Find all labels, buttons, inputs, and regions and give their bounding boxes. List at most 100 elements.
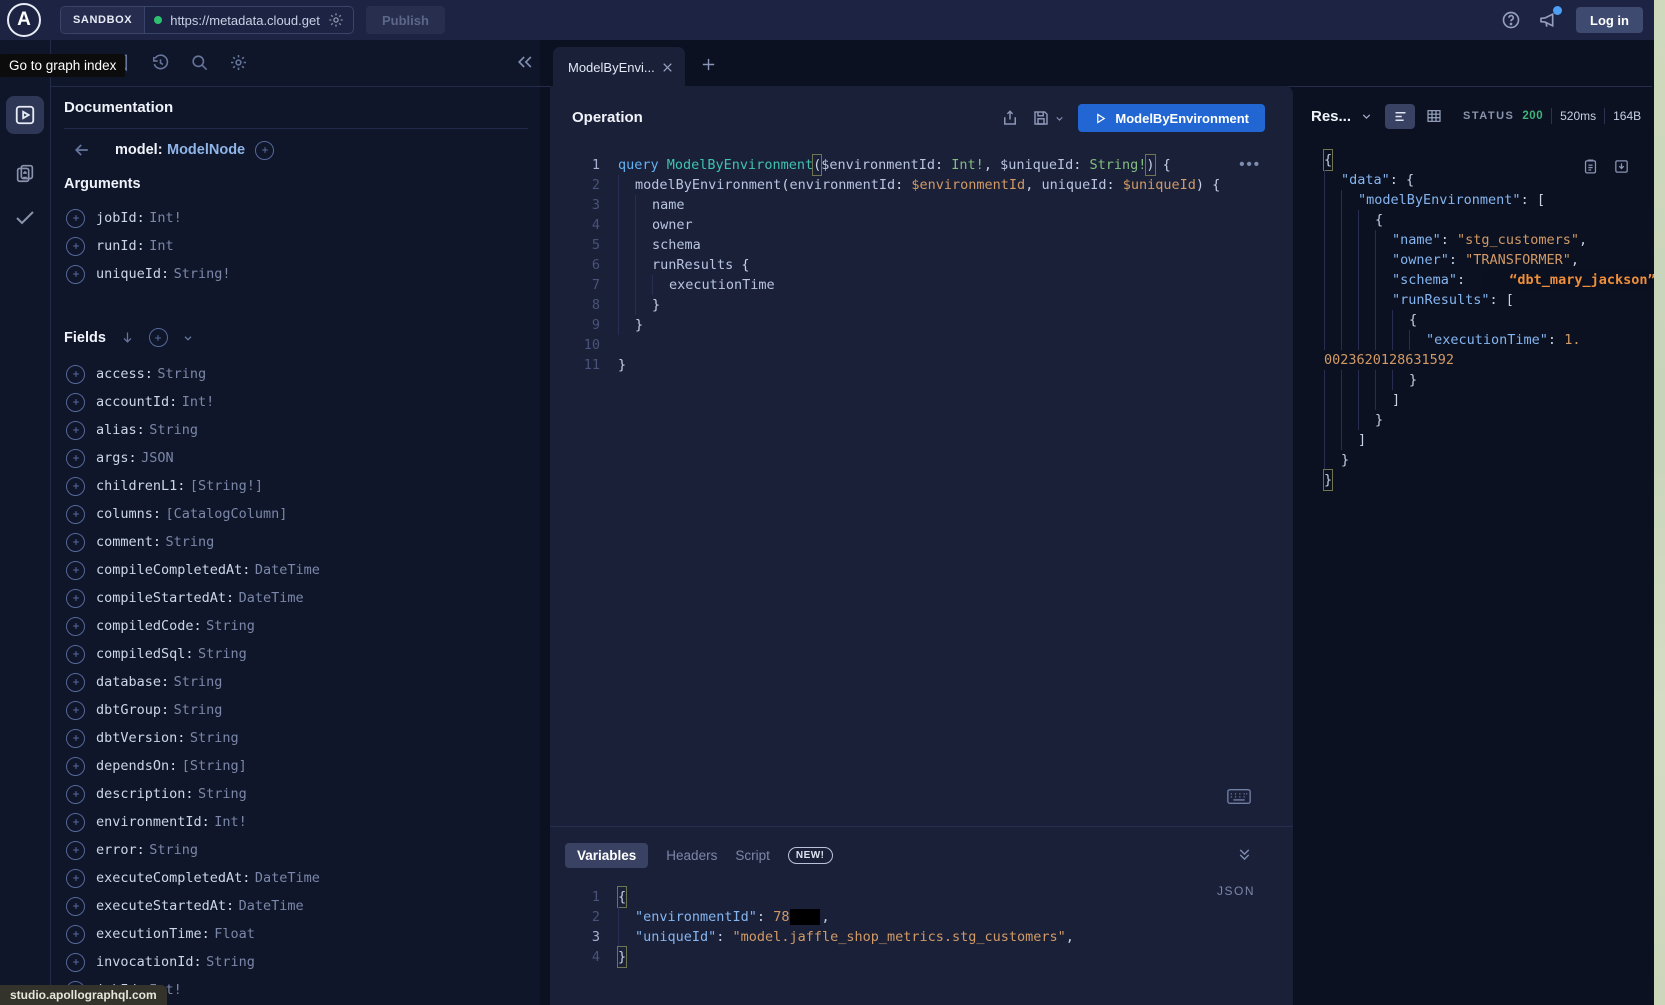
add-field-button[interactable] xyxy=(66,701,85,720)
add-field-button[interactable] xyxy=(66,869,85,888)
add-field-button[interactable] xyxy=(66,925,85,944)
field-name-type[interactable]: error: String xyxy=(96,841,198,859)
endpoint-url-input[interactable]: https://metadata.cloud.get xyxy=(170,13,320,28)
field-name-type[interactable]: database: String xyxy=(96,673,222,691)
response-dropdown-chevron-icon[interactable] xyxy=(1360,110,1373,123)
response-title[interactable]: Res... xyxy=(1311,108,1351,125)
endpoint-settings-gear-icon[interactable] xyxy=(328,12,344,28)
run-operation-button[interactable]: ModelByEnvironment xyxy=(1078,104,1265,132)
new-tab-button[interactable] xyxy=(700,56,717,73)
field-name-type[interactable]: access: String xyxy=(96,365,206,383)
add-field-button[interactable] xyxy=(66,645,85,664)
tree-view-button[interactable] xyxy=(1385,104,1415,129)
editor-options-ellipsis[interactable]: ••• xyxy=(1239,156,1261,173)
field-name-type[interactable]: comment: String xyxy=(96,533,214,551)
field-name-type[interactable]: invocationId: String xyxy=(96,953,255,971)
field-name-type[interactable]: jobId: Int! xyxy=(96,209,182,227)
collapse-sidebar-icon[interactable] xyxy=(515,52,535,72)
field-name-type[interactable]: dependsOn: [String] xyxy=(96,757,247,775)
field-name-type[interactable]: runId: Int xyxy=(96,237,174,255)
add-field-button[interactable] xyxy=(66,393,85,412)
field-name-type[interactable]: executeStartedAt: DateTime xyxy=(96,897,304,915)
add-field-button[interactable] xyxy=(66,953,85,972)
add-field-button[interactable] xyxy=(66,365,85,384)
line-number: 10 xyxy=(554,335,618,355)
add-field-button[interactable] xyxy=(66,813,85,832)
field-name-type[interactable]: executionTime: Float xyxy=(96,925,255,943)
operation-tab[interactable]: ModelByEnvi... xyxy=(553,47,685,87)
tab-variables[interactable]: Variables xyxy=(565,843,648,868)
settings-gear-icon[interactable] xyxy=(229,53,248,72)
back-arrow-icon[interactable] xyxy=(72,140,92,160)
field-name-type[interactable]: columns: [CatalogColumn] xyxy=(96,505,287,523)
apollo-logo[interactable]: A xyxy=(7,3,41,37)
add-field-button[interactable] xyxy=(66,533,85,552)
add-field-button[interactable] xyxy=(66,841,85,860)
code-line: 9} xyxy=(554,315,1220,335)
field-name-type[interactable]: uniqueId: String! xyxy=(96,265,231,283)
login-button[interactable]: Log in xyxy=(1576,7,1643,33)
history-icon[interactable] xyxy=(151,53,170,72)
code-line: "runResults": [ xyxy=(1324,290,1665,310)
checks-nav-button[interactable] xyxy=(6,198,44,236)
share-icon[interactable] xyxy=(1001,109,1019,127)
field-name-type[interactable]: args: JSON xyxy=(96,449,174,467)
add-field-button[interactable] xyxy=(66,729,85,748)
field-name-type[interactable]: childrenL1: [String!] xyxy=(96,477,263,495)
indent-guide xyxy=(1324,390,1341,410)
response-json[interactable]: {"data": {"modelByEnvironment": [{"name"… xyxy=(1324,150,1665,490)
code-token: ) xyxy=(1196,175,1204,195)
add-field-button[interactable] xyxy=(66,785,85,804)
field-name-type[interactable]: compileStartedAt: DateTime xyxy=(96,589,304,607)
add-field-button[interactable] xyxy=(66,237,85,256)
variables-editor[interactable]: 1{2"environmentId": 78,3"uniqueId": "mod… xyxy=(554,887,1074,967)
field-name-type[interactable]: dbtGroup: String xyxy=(96,701,222,719)
table-icon xyxy=(1426,108,1442,124)
collapse-panel-chevrons-icon[interactable] xyxy=(1236,846,1253,863)
add-field-button[interactable] xyxy=(66,265,85,284)
add-field-button[interactable] xyxy=(66,561,85,580)
sandbox-badge[interactable]: SANDBOX xyxy=(61,7,145,33)
add-field-button[interactable] xyxy=(66,673,85,692)
field-name-type[interactable]: compiledCode: String xyxy=(96,617,255,635)
line-number: 7 xyxy=(554,275,618,295)
add-field-button[interactable] xyxy=(66,505,85,524)
field-name-type[interactable]: alias: String xyxy=(96,421,198,439)
add-all-fields-button[interactable] xyxy=(149,328,168,347)
keyboard-shortcuts-icon[interactable] xyxy=(1227,788,1251,805)
add-type-button[interactable] xyxy=(255,141,274,160)
announcements-megaphone-icon[interactable] xyxy=(1538,10,1559,30)
fields-options-chevron-icon[interactable] xyxy=(182,332,194,344)
field-name-type[interactable]: environmentId: Int! xyxy=(96,813,247,831)
schema-diff-nav-button[interactable] xyxy=(6,154,44,192)
add-field-button[interactable] xyxy=(66,757,85,776)
indent-guide xyxy=(618,275,635,295)
add-field-button[interactable] xyxy=(66,477,85,496)
add-field-button[interactable] xyxy=(66,209,85,228)
type-name[interactable]: ModelNode xyxy=(167,142,245,158)
close-tab-icon[interactable] xyxy=(661,61,685,74)
field-row: dbtVersion: String xyxy=(51,724,540,752)
add-field-button[interactable] xyxy=(66,617,85,636)
field-name-type[interactable]: compileCompletedAt: DateTime xyxy=(96,561,320,579)
help-icon[interactable] xyxy=(1501,10,1521,30)
field-name-type[interactable]: executeCompletedAt: DateTime xyxy=(96,869,320,887)
search-icon[interactable] xyxy=(190,53,209,72)
publish-button[interactable]: Publish xyxy=(366,6,445,34)
sort-down-icon[interactable] xyxy=(120,330,135,345)
indent-guide xyxy=(618,927,635,947)
tab-script[interactable]: Script xyxy=(735,848,770,863)
field-name-type[interactable]: description: String xyxy=(96,785,247,803)
add-field-button[interactable] xyxy=(66,421,85,440)
add-field-button[interactable] xyxy=(66,897,85,916)
field-name-type[interactable]: dbtVersion: String xyxy=(96,729,239,747)
explorer-nav-button[interactable] xyxy=(6,96,44,134)
tab-headers[interactable]: Headers xyxy=(666,848,717,863)
table-view-button[interactable] xyxy=(1419,104,1449,129)
field-name-type[interactable]: compiledSql: String xyxy=(96,645,247,663)
add-field-button[interactable] xyxy=(66,449,85,468)
operation-editor[interactable]: 1query ModelByEnvironment($environmentId… xyxy=(554,155,1220,375)
add-field-button[interactable] xyxy=(66,589,85,608)
save-button-group[interactable] xyxy=(1032,109,1065,127)
field-name-type[interactable]: accountId: Int! xyxy=(96,393,214,411)
